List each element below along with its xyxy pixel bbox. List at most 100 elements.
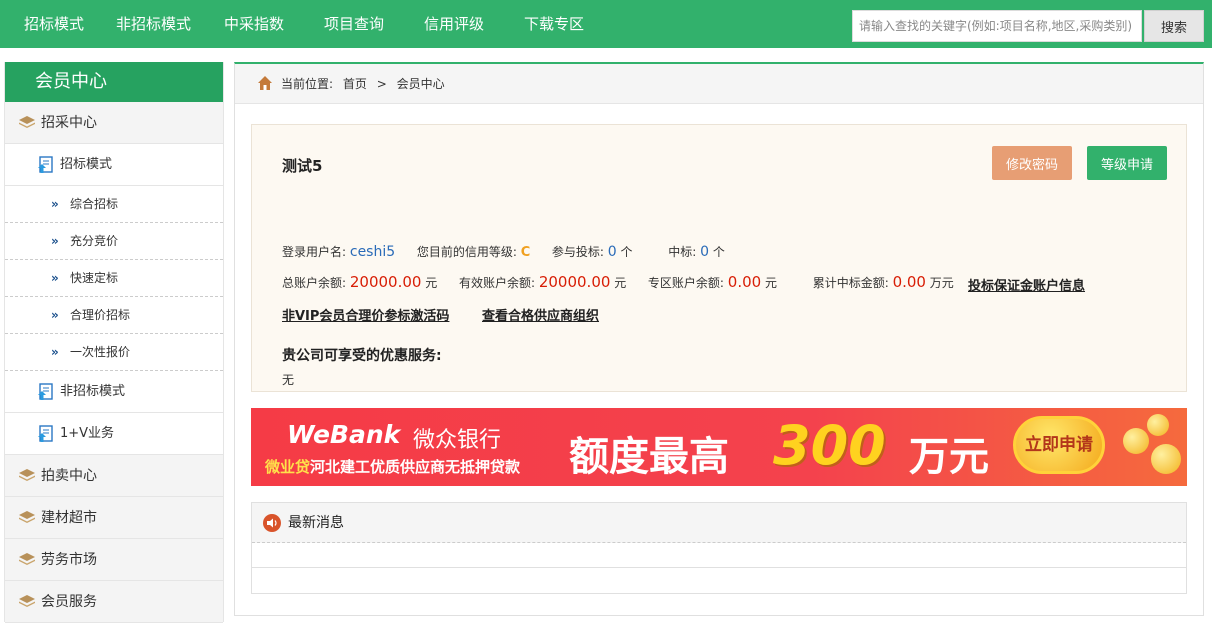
- document-upload-icon: [38, 156, 53, 173]
- layers-icon: [19, 595, 35, 607]
- zone-balance-label: 专区账户余额:: [647, 276, 724, 290]
- nav-procurement-index[interactable]: 中采指数: [224, 0, 284, 48]
- sidebar-item-label: 快速定标: [70, 271, 119, 285]
- layers-icon: [19, 116, 35, 128]
- bids-label: 参与投标:: [551, 245, 604, 259]
- deposit-account-link[interactable]: 投标保证金账户信息: [968, 275, 1085, 294]
- layers-icon: [19, 511, 35, 523]
- sidebar-item-full-bidding[interactable]: » 充分竞价: [5, 223, 223, 260]
- cumulative-award-label: 累计中标金额:: [812, 276, 889, 290]
- double-chevron-right-icon: »: [51, 234, 59, 248]
- banner-headline: 额度最高: [569, 434, 729, 480]
- activation-code-link[interactable]: 非VIP会员合理价参标激活码: [282, 305, 449, 324]
- banner-brand: WeBank: [287, 420, 401, 449]
- sidebar-item-label: 综合招标: [70, 197, 119, 211]
- sidebar-category-materials[interactable]: 建材超市: [5, 497, 223, 539]
- banner-product: 微业贷: [265, 458, 311, 476]
- coin-icon: [1147, 414, 1169, 436]
- nav-credit-rating[interactable]: 信用评级: [424, 0, 484, 48]
- breadcrumb-home-link[interactable]: 首页: [343, 77, 367, 91]
- sidebar-item-one-time-quote[interactable]: » 一次性报价: [5, 334, 223, 371]
- coin-icon: [1123, 428, 1149, 454]
- sidebar-item-label: 招标模式: [60, 157, 113, 172]
- layers-icon: [19, 553, 35, 565]
- won-label: 中标:: [668, 245, 697, 259]
- total-balance-label: 总账户余额:: [282, 276, 347, 290]
- cumulative-award-unit: 万元: [929, 276, 954, 290]
- sidebar-category-label: 拍卖中心: [41, 468, 97, 484]
- webank-ad-banner[interactable]: WeBank 微众银行 微业贷河北建工优质供应商无抵押贷款 额度最高 300 万…: [251, 408, 1187, 486]
- sidebar-category-label: 建材超市: [41, 510, 97, 526]
- sidebar-item-label: 1+V业务: [60, 426, 115, 441]
- document-upload-icon: [38, 383, 53, 400]
- zone-balance-value: 0.00: [727, 273, 762, 291]
- won-count: 0: [700, 244, 709, 260]
- sidebar-item-label: 非招标模式: [60, 384, 126, 399]
- search-input[interactable]: [852, 10, 1142, 42]
- search-button[interactable]: 搜索: [1144, 10, 1204, 42]
- top-nav-bar: 招标模式 非招标模式 中采指数 项目查询 信用评级 下载专区 搜索: [0, 0, 1212, 48]
- layers-icon: [19, 469, 35, 481]
- zone-balance-unit: 元: [765, 276, 778, 290]
- cumulative-award-value: 0.00: [892, 273, 926, 291]
- login-value: ceshi5: [349, 244, 396, 260]
- main-panel: 当前位置: 首页 > 会员中心 测试5 修改密码 等级申请 登录用户名: ces…: [234, 62, 1204, 616]
- won-unit: 个: [712, 245, 725, 259]
- nav-project-query[interactable]: 项目查询: [324, 0, 384, 48]
- double-chevron-right-icon: »: [51, 345, 59, 359]
- valid-balance-value: 20000.00: [538, 273, 611, 291]
- total-balance-value: 20000.00: [349, 273, 422, 291]
- double-chevron-right-icon: »: [51, 308, 59, 322]
- nav-non-bidding-mode[interactable]: 非招标模式: [116, 0, 191, 48]
- sidebar: 会员中心 招采中心 招标模式 » 综合招标 » 充分竞价 » 快速定标 » 合理…: [4, 62, 224, 623]
- change-password-button[interactable]: 修改密码: [992, 146, 1072, 180]
- sidebar-item-label: 一次性报价: [70, 345, 131, 359]
- double-chevron-right-icon: »: [51, 271, 59, 285]
- sidebar-item-1v-business[interactable]: 1+V业务: [5, 413, 223, 455]
- sidebar-item-reasonable-price[interactable]: » 合理价招标: [5, 297, 223, 334]
- sidebar-category-label: 招采中心: [41, 115, 97, 131]
- bids-unit: 个: [620, 245, 633, 259]
- banner-brand-cn: 微众银行: [413, 428, 502, 453]
- home-icon: [258, 76, 272, 90]
- account-name: 测试5: [282, 157, 323, 175]
- sidebar-item-bidding-mode[interactable]: 招标模式: [5, 144, 223, 186]
- total-balance-unit: 元: [425, 276, 438, 290]
- credit-label: 您目前的信用等级:: [416, 245, 517, 259]
- sidebar-category-label: 劳务市场: [41, 552, 97, 568]
- level-apply-button[interactable]: 等级申请: [1087, 146, 1167, 180]
- sidebar-item-label: 充分竞价: [70, 234, 119, 248]
- qualified-suppliers-link[interactable]: 查看合格供应商组织: [482, 305, 599, 324]
- speaker-icon: [263, 514, 281, 532]
- nav-download-zone[interactable]: 下载专区: [524, 0, 584, 48]
- services-title: 贵公司可享受的优惠服务:: [282, 348, 442, 364]
- sidebar-item-quick-award[interactable]: » 快速定标: [5, 260, 223, 297]
- credit-level-value: C: [520, 245, 531, 260]
- services-value: 无: [282, 373, 295, 387]
- coin-icon: [1151, 444, 1181, 474]
- sidebar-category-label: 会员服务: [41, 594, 97, 610]
- breadcrumb: 当前位置: 首页 > 会员中心: [235, 64, 1203, 104]
- document-upload-icon: [38, 425, 53, 442]
- valid-balance-unit: 元: [614, 276, 627, 290]
- banner-subtitle: 微业贷河北建工优质供应商无抵押贷款: [265, 456, 520, 477]
- sidebar-item-non-bidding-mode[interactable]: 非招标模式: [5, 371, 223, 413]
- banner-amount: 300: [773, 414, 886, 477]
- sidebar-title: 会员中心: [5, 62, 223, 102]
- news-header: 最新消息: [252, 503, 1186, 543]
- account-stats-row-1: 登录用户名: ceshi5 您目前的信用等级: C 参与投标: 0 个 中标: …: [282, 243, 725, 260]
- breadcrumb-separator: >: [376, 77, 387, 91]
- sidebar-category-member-services[interactable]: 会员服务: [5, 581, 223, 623]
- login-label: 登录用户名:: [282, 245, 347, 259]
- bids-count: 0: [607, 244, 617, 260]
- sidebar-category-auction[interactable]: 拍卖中心: [5, 455, 223, 497]
- news-panel: 最新消息: [251, 502, 1187, 594]
- double-chevron-right-icon: »: [51, 197, 59, 211]
- nav-bidding-mode[interactable]: 招标模式: [24, 0, 84, 48]
- sidebar-item-comprehensive-bidding[interactable]: » 综合招标: [5, 186, 223, 223]
- sidebar-category-labor[interactable]: 劳务市场: [5, 539, 223, 581]
- banner-apply-button[interactable]: 立即申请: [1013, 416, 1105, 474]
- sidebar-category-procurement[interactable]: 招采中心: [5, 102, 223, 144]
- sidebar-item-label: 合理价招标: [70, 308, 131, 322]
- news-list-item: [252, 568, 1186, 593]
